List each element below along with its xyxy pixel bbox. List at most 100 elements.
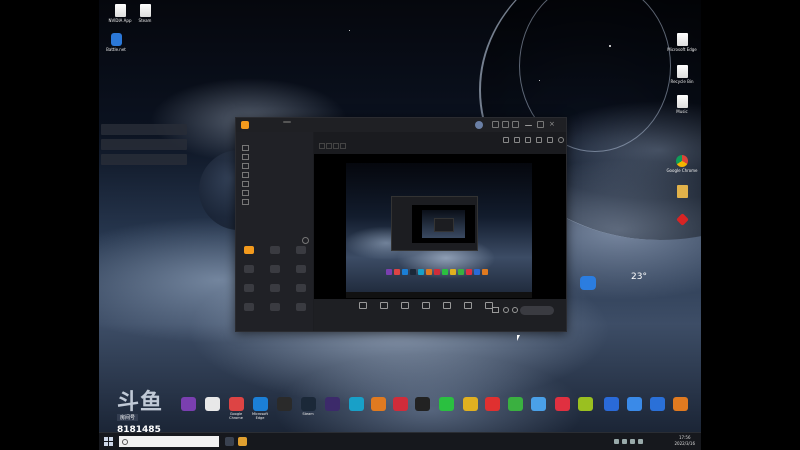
dock-app-icon[interactable] [624, 397, 644, 412]
dock-app-icon[interactable] [436, 397, 456, 412]
tool-button[interactable] [240, 246, 258, 255]
dock-app-icon[interactable] [412, 397, 432, 412]
desktop-icon[interactable]: Microsoft Edge [663, 33, 701, 52]
scene-visibility-icon[interactable] [242, 172, 249, 178]
scene-list-item[interactable] [242, 145, 251, 151]
dock-app-icon[interactable] [505, 397, 525, 412]
gift-icon[interactable] [536, 137, 542, 143]
scene-list-item[interactable] [242, 163, 251, 169]
tool-button[interactable] [292, 246, 310, 255]
stream-preview[interactable] [314, 154, 566, 299]
tool-button[interactable] [240, 303, 258, 312]
dock-app-icon[interactable] [647, 397, 667, 412]
mic-icon[interactable] [503, 307, 509, 313]
dock-app-icon[interactable] [178, 397, 198, 412]
control-button[interactable] [436, 302, 458, 310]
stream-tag[interactable] [340, 143, 346, 149]
control-button[interactable] [457, 302, 479, 310]
taskbar-search-input[interactable] [119, 436, 219, 447]
notification-toast[interactable] [101, 139, 187, 150]
start-live-button[interactable] [520, 306, 554, 315]
dock-app-icon[interactable]: Microsoft Edge [250, 397, 270, 420]
scene-visibility-icon[interactable] [242, 145, 249, 151]
message-icon[interactable] [502, 121, 509, 128]
minimize-button[interactable] [525, 125, 532, 126]
start-button[interactable] [104, 437, 114, 447]
desktop-icon[interactable]: Recycle Bin [663, 65, 701, 84]
tool-button[interactable] [266, 284, 284, 293]
taskbar-clock[interactable]: 17:56 2022/3/16 [674, 435, 695, 447]
app-titlebar[interactable]: × [236, 118, 566, 132]
tools-settings-icon[interactable] [302, 237, 309, 244]
dock-app-icon[interactable] [202, 397, 222, 412]
dock-app-icon[interactable] [322, 397, 342, 412]
dock-app-icon[interactable] [346, 397, 366, 412]
maximize-button[interactable] [537, 121, 544, 128]
scene-visibility-icon[interactable] [242, 181, 249, 187]
dock-app-icon[interactable] [390, 397, 410, 412]
tray-icon[interactable] [614, 439, 619, 444]
desktop-icon[interactable]: Music [663, 95, 701, 114]
tool-button[interactable] [240, 265, 258, 274]
camera-icon[interactable] [492, 307, 499, 313]
tool-button[interactable] [292, 265, 310, 274]
dock-app-icon[interactable] [482, 397, 502, 412]
scene-list-item[interactable] [242, 190, 251, 196]
notification-toast[interactable] [101, 124, 187, 135]
settings-icon[interactable] [512, 121, 519, 128]
chat-icon[interactable] [492, 121, 499, 128]
scene-visibility-icon[interactable] [242, 154, 249, 160]
weather-icon[interactable] [580, 276, 596, 290]
tool-button[interactable] [266, 246, 284, 255]
dock-app-icon[interactable] [670, 397, 690, 412]
desktop-icon[interactable] [663, 213, 701, 227]
control-button[interactable] [415, 302, 437, 310]
network-icon[interactable] [622, 439, 627, 444]
bell-icon[interactable] [547, 137, 553, 143]
scene-list-item[interactable] [242, 172, 251, 178]
dock-app-icon[interactable] [460, 397, 480, 412]
control-button[interactable] [373, 302, 395, 310]
dock-app-icon[interactable]: Google Chrome [226, 397, 246, 420]
desktop-icon[interactable] [663, 185, 701, 199]
stream-tag[interactable] [333, 143, 339, 149]
user-avatar[interactable] [475, 121, 483, 129]
scene-list-item[interactable] [242, 154, 251, 160]
dock-app-icon[interactable] [368, 397, 388, 412]
tool-button[interactable] [266, 265, 284, 274]
volume-icon[interactable] [630, 439, 635, 444]
dock-app-icon[interactable] [274, 397, 294, 412]
desktop-icon[interactable]: Google Chrome [663, 155, 701, 173]
settings-icon[interactable] [512, 307, 518, 313]
layout-icon[interactable] [503, 137, 509, 143]
control-button[interactable] [394, 302, 416, 310]
dock-app-icon[interactable] [601, 397, 621, 412]
stream-tag[interactable] [319, 143, 325, 149]
close-button[interactable]: × [549, 121, 556, 128]
scene-list-item[interactable] [242, 199, 251, 205]
stream-tag[interactable] [326, 143, 332, 149]
share-icon[interactable] [558, 137, 564, 143]
scene-visibility-icon[interactable] [242, 190, 249, 196]
taskbar-app-icon[interactable] [238, 437, 247, 446]
scene-visibility-icon[interactable] [242, 199, 249, 205]
settings-icon[interactable] [514, 137, 520, 143]
dock-app-icon[interactable]: Steam [298, 397, 318, 416]
desktop-icon[interactable]: Battle.net [97, 33, 135, 52]
task-view-icon[interactable] [225, 437, 234, 446]
dock-app-icon[interactable] [528, 397, 548, 412]
desktop-icon[interactable]: Steam [126, 4, 164, 23]
tool-button[interactable] [266, 303, 284, 312]
input-method-icon[interactable] [638, 439, 643, 444]
tool-button[interactable] [292, 303, 310, 312]
tool-button[interactable] [292, 284, 310, 293]
dock-app-icon[interactable] [552, 397, 572, 412]
tool-button[interactable] [240, 284, 258, 293]
scene-visibility-icon[interactable] [242, 163, 249, 169]
app-version-badge[interactable] [283, 121, 291, 123]
dock-app-icon[interactable] [575, 397, 595, 412]
notification-toast[interactable] [101, 154, 187, 165]
control-button[interactable] [352, 302, 374, 310]
chat-icon[interactable] [525, 137, 531, 143]
scene-list-item[interactable] [242, 181, 251, 187]
